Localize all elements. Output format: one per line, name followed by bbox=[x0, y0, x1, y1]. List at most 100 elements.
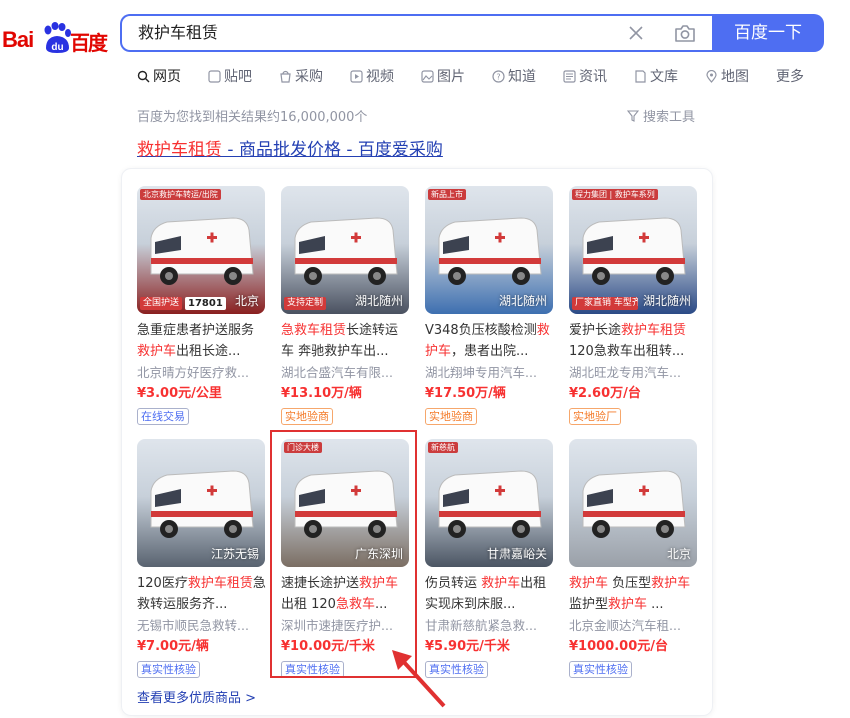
tab-web[interactable]: 网页 bbox=[137, 66, 181, 86]
product-item[interactable]: 新品上市湖北随州 V348负压核酸检测救护车，患者出院... 湖北翔坤专用汽车...… bbox=[425, 186, 555, 425]
title-text: ，患者出院... bbox=[451, 344, 529, 359]
product-item[interactable]: 江苏无锡 120医疗救护车租赁急救转运服务齐... 无锡市顺民急救转... ¥7.00… bbox=[137, 439, 267, 678]
product-image[interactable]: 北京 bbox=[569, 439, 697, 567]
image-bottom-label: 厂家直销 车型齐全 bbox=[572, 297, 638, 310]
title-keyword-highlight: 救护车 bbox=[137, 344, 177, 359]
product-title[interactable]: 120医疗救护车租赁急救转运服务齐... bbox=[137, 573, 267, 615]
product-location: 北京 bbox=[666, 547, 691, 561]
result-title-link[interactable]: 救护车租赁 - 商品批发价格 - 百度爱采购 bbox=[137, 135, 443, 160]
product-price: ¥13.10万/辆 bbox=[281, 386, 362, 401]
logo-baidu-cn: 百度 bbox=[70, 31, 108, 55]
news-icon bbox=[563, 69, 576, 83]
product-image[interactable]: 北京救护车转运/出院 全国护送 17801 北京 bbox=[137, 186, 265, 314]
tab-label: 网页 bbox=[153, 69, 181, 85]
tab-zhidao[interactable]: ? 知道 bbox=[492, 66, 536, 86]
tab-video[interactable]: 视频 bbox=[350, 66, 394, 86]
paw-icon: du bbox=[44, 22, 71, 53]
tab-purchase[interactable]: 采购 bbox=[279, 66, 323, 86]
close-icon[interactable] bbox=[628, 25, 644, 41]
product-image[interactable]: 新慈航 甘肃嘉峪关 bbox=[425, 439, 553, 567]
product-seller[interactable]: 甘肃新慈航紧急救... bbox=[425, 615, 555, 636]
product-image[interactable]: 支持定制 湖北随州 bbox=[281, 186, 409, 314]
search-tools-button[interactable]: 搜索工具 bbox=[627, 106, 695, 125]
title-text: 伤员转运 bbox=[425, 576, 482, 591]
tab-news[interactable]: 资讯 bbox=[563, 66, 607, 86]
tab-label: 视频 bbox=[366, 69, 394, 85]
product-title[interactable]: 急重症患者护送服务救护车出租长途... bbox=[137, 320, 267, 362]
filter-icon bbox=[627, 109, 639, 122]
product-seller[interactable]: 北京金顺达汽车租... bbox=[569, 615, 699, 636]
title-keyword-highlight: 救护车租赁 bbox=[187, 576, 253, 591]
product-seller[interactable]: 湖北合盛汽车有限... bbox=[281, 362, 411, 383]
product-seller[interactable]: 湖北翔坤专用汽车... bbox=[425, 362, 555, 383]
logo-bai-text: Bai bbox=[2, 27, 34, 52]
title-keyword-highlight: 急 bbox=[281, 323, 295, 338]
product-title[interactable]: 爱护长途救护车租赁 120急救车出租转... bbox=[569, 320, 699, 362]
tab-label: 知道 bbox=[508, 69, 536, 85]
product-image[interactable]: 新品上市湖北随州 bbox=[425, 186, 553, 314]
product-location: 北京 bbox=[234, 294, 259, 308]
doc-icon bbox=[635, 69, 646, 83]
product-price: ¥7.00元/辆 bbox=[137, 639, 209, 654]
search-input[interactable] bbox=[138, 16, 598, 50]
product-item[interactable]: 北京救护车转运/出院 全国护送 17801 北京 急重症患者护送服务救护车出租长途...… bbox=[137, 186, 267, 425]
question-icon: ? bbox=[492, 69, 505, 83]
title-text: 120医疗 bbox=[137, 576, 188, 591]
product-item[interactable]: 支持定制 湖北随州急救车租赁长途转运车 奔驰救护车出... 湖北合盛汽车有限... ¥… bbox=[281, 186, 411, 425]
tab-label: 贴吧 bbox=[224, 69, 252, 85]
search-icon bbox=[137, 70, 150, 82]
result-title-rest: - 商品批发价格 - 百度爱采购 bbox=[222, 140, 443, 160]
search-button[interactable]: 百度一下 bbox=[712, 14, 824, 52]
product-seller[interactable]: 无锡市顺民急救转... bbox=[137, 615, 267, 636]
product-badge: 实地验商 bbox=[425, 408, 477, 425]
image-top-label: 新慈航 bbox=[428, 442, 458, 453]
map-icon bbox=[706, 69, 717, 83]
product-image[interactable]: 程力集团 | 救护车系列厂家直销 车型齐全湖北随州 bbox=[569, 186, 697, 314]
product-badge: 真实性核验 bbox=[137, 661, 200, 678]
product-title[interactable]: 伤员转运 救护车出租实现床到床服... bbox=[425, 573, 555, 615]
tab-label: 更多 bbox=[776, 69, 804, 85]
title-text: 爱护长途 bbox=[569, 323, 622, 338]
product-badge: 真实性核验 bbox=[569, 661, 632, 678]
product-seller[interactable]: 北京晴方好医疗救... bbox=[137, 362, 267, 383]
product-location: 湖北随州 bbox=[498, 294, 547, 308]
more-products-link[interactable]: 查看更多优质商品 > bbox=[137, 687, 256, 706]
title-keyword-highlight: 救护车租赁 bbox=[621, 323, 687, 338]
title-keyword-highlight: 救车租赁 bbox=[294, 323, 347, 338]
red-arrow-annotation bbox=[392, 650, 446, 708]
product-title[interactable]: 救护车 负压型救护车监护型救护车 ... bbox=[569, 573, 699, 615]
search-tools-label: 搜索工具 bbox=[643, 110, 696, 125]
tab-wenku[interactable]: 文库 bbox=[634, 66, 678, 86]
tab-map[interactable]: 地图 bbox=[705, 66, 749, 86]
logo-du-text: du bbox=[51, 42, 63, 53]
image-top-label: 新品上市 bbox=[428, 189, 466, 200]
product-item[interactable]: 程力集团 | 救护车系列厂家直销 车型齐全湖北随州爱护长途救护车租赁 120急救车… bbox=[569, 186, 699, 425]
tab-label: 采购 bbox=[295, 69, 323, 85]
title-text: 出租长途... bbox=[176, 344, 241, 359]
purchase-icon bbox=[280, 70, 291, 83]
title-text: V348负压核酸检测 bbox=[425, 323, 537, 338]
product-badge: 实地验厂 bbox=[569, 408, 621, 425]
product-title[interactable]: 急救车租赁长途转运车 奔驰救护车出... bbox=[281, 320, 411, 362]
product-badge: 实地验商 bbox=[281, 408, 333, 425]
tab-more[interactable]: 更多 bbox=[776, 66, 804, 86]
image-bottom-label: 全国护送 bbox=[140, 297, 183, 310]
product-title[interactable]: V348负压核酸检测救护车，患者出院... bbox=[425, 320, 555, 362]
camera-icon[interactable] bbox=[674, 23, 696, 43]
image-top-label: 程力集团 | 救护车系列 bbox=[572, 189, 658, 200]
product-location: 湖北随州 bbox=[642, 294, 691, 308]
product-badge: 在线交易 bbox=[137, 408, 189, 425]
search-box bbox=[120, 14, 712, 52]
tab-tieba[interactable]: 贴吧 bbox=[208, 66, 252, 86]
title-keyword-highlight: 救护车 bbox=[481, 576, 521, 591]
image-phone-number: 17801 bbox=[185, 297, 226, 310]
baidu-logo[interactable]: Bai du 百度 bbox=[2, 14, 108, 55]
tab-image[interactable]: 图片 bbox=[421, 66, 465, 86]
title-text: 120急救车出租转... bbox=[569, 344, 685, 359]
title-keyword-highlight: 救护车 bbox=[651, 576, 691, 591]
title-text: 负压型 bbox=[608, 576, 652, 591]
product-item[interactable]: 北京 救护车 负压型救护车监护型救护车 ... 北京金顺达汽车租... ¥1000.0… bbox=[569, 439, 699, 678]
image-bottom-label: 支持定制 bbox=[284, 297, 327, 310]
product-seller[interactable]: 湖北旺龙专用汽车... bbox=[569, 362, 699, 383]
product-image[interactable]: 江苏无锡 bbox=[137, 439, 265, 567]
